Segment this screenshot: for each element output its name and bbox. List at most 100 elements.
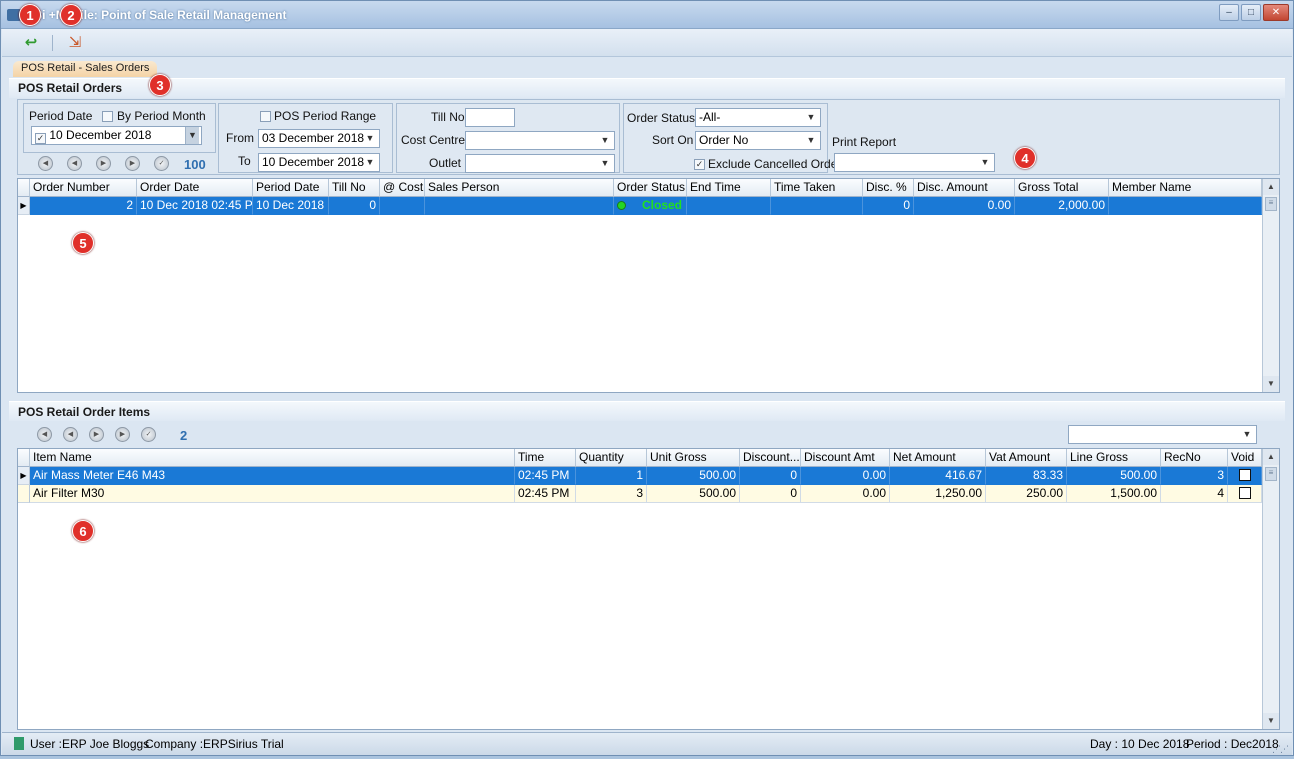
col-unit-gross[interactable]: Unit Gross (647, 449, 740, 467)
table-row[interactable]: Air Filter M30 02:45 PM 3 500.00 0 0.00 … (18, 485, 1262, 503)
resize-grip-icon[interactable]: ⋰⋰ (1272, 739, 1289, 759)
sort-on-select[interactable]: Order No ▼ (695, 131, 821, 150)
cell-cost[interactable] (380, 197, 425, 215)
cell-void[interactable] (1228, 485, 1262, 503)
cell-member-name[interactable] (1109, 197, 1262, 215)
cell-order-date[interactable]: 10 Dec 2018 02:45 PM (137, 197, 253, 215)
cell-recno[interactable]: 3 (1161, 467, 1228, 485)
cell-order-number[interactable]: 2 (30, 197, 137, 215)
cell-discount-pct[interactable]: 0 (740, 485, 801, 503)
cell-time-taken[interactable] (771, 197, 863, 215)
cell-discount-amt[interactable]: 0.00 (801, 485, 890, 503)
table-row[interactable]: ▶ 2 10 Dec 2018 02:45 PM 10 Dec 2018 0 C… (18, 197, 1262, 215)
col-vat-amount[interactable]: Vat Amount (986, 449, 1067, 467)
prev-icon[interactable]: ◀ (67, 156, 82, 171)
orders-scrollbar[interactable]: ▲ ≡ ▼ (1262, 179, 1279, 392)
col-time-taken[interactable]: Time Taken (771, 179, 863, 197)
cell-item-name[interactable]: Air Mass Meter E46 M43 (30, 467, 515, 485)
void-checkbox[interactable] (1238, 469, 1251, 481)
cell-unit-gross[interactable]: 500.00 (647, 485, 740, 503)
items-filter-select[interactable]: ▼ (1068, 425, 1257, 444)
refresh-icon[interactable]: ✓ (154, 156, 169, 171)
scroll-down-icon[interactable]: ▼ (1263, 713, 1279, 729)
cell-void[interactable] (1228, 467, 1262, 485)
prev-icon[interactable]: ◀ (63, 427, 78, 442)
col-time[interactable]: Time (515, 449, 576, 467)
dropdown-arrow-icon[interactable]: ▼ (363, 154, 377, 171)
period-date-checkbox[interactable]: ✓ (35, 133, 46, 144)
void-checkbox[interactable] (1238, 487, 1251, 499)
maximize-button[interactable]: □ (1241, 4, 1261, 21)
dropdown-arrow-icon[interactable]: ▼ (598, 132, 612, 149)
col-period-date[interactable]: Period Date (253, 179, 329, 197)
col-void[interactable]: Void (1228, 449, 1262, 467)
col-cost[interactable]: @ Cost (380, 179, 425, 197)
by-period-month-checkbox[interactable] (102, 111, 113, 122)
till-no-input[interactable] (465, 108, 515, 127)
dropdown-arrow-icon[interactable]: ▼ (185, 127, 199, 144)
col-end-time[interactable]: End Time (687, 179, 771, 197)
dropdown-arrow-icon[interactable]: ▼ (978, 154, 992, 171)
col-disc-amount[interactable]: Disc. Amount (914, 179, 1015, 197)
cell-end-time[interactable] (687, 197, 771, 215)
outlet-select[interactable]: ▼ (465, 154, 615, 173)
order-status-select[interactable]: -All- ▼ (695, 108, 821, 127)
col-net-amount[interactable]: Net Amount (890, 449, 986, 467)
col-order-status[interactable]: Order Status (614, 179, 687, 197)
first-icon[interactable]: ◀ (37, 427, 52, 442)
cell-line-gross[interactable]: 1,500.00 (1067, 485, 1161, 503)
col-discount-amt[interactable]: Discount Amt (801, 449, 890, 467)
cell-vat-amount[interactable]: 83.33 (986, 467, 1067, 485)
scroll-thumb[interactable]: ≡ (1265, 467, 1277, 481)
cell-disc-amount[interactable]: 0.00 (914, 197, 1015, 215)
cell-line-gross[interactable]: 500.00 (1067, 467, 1161, 485)
to-date-picker[interactable]: 10 December 2018 ▼ (258, 153, 380, 172)
close-button[interactable]: ✕ (1263, 4, 1289, 21)
cell-discount-amt[interactable]: 0.00 (801, 467, 890, 485)
dropdown-arrow-icon[interactable]: ▼ (598, 155, 612, 172)
dropdown-arrow-icon[interactable]: ▼ (363, 130, 377, 147)
refresh-icon[interactable]: ✓ (141, 427, 156, 442)
cell-quantity[interactable]: 1 (576, 467, 647, 485)
col-order-number[interactable]: Order Number (30, 179, 137, 197)
cost-centre-select[interactable]: ▼ (465, 131, 615, 150)
cell-vat-amount[interactable]: 250.00 (986, 485, 1067, 503)
next-icon[interactable]: ▶ (89, 427, 104, 442)
cell-quantity[interactable]: 3 (576, 485, 647, 503)
back-icon[interactable]: ↩ (20, 33, 42, 53)
period-date-picker[interactable]: ✓ 10 December 2018 ▼ (31, 126, 202, 145)
pos-period-range-checkbox[interactable] (260, 111, 271, 122)
cell-order-status[interactable]: Closed (614, 197, 687, 215)
scroll-down-icon[interactable]: ▼ (1263, 376, 1279, 392)
cell-till-no[interactable]: 0 (329, 197, 380, 215)
col-quantity[interactable]: Quantity (576, 449, 647, 467)
next-icon[interactable]: ▶ (96, 156, 111, 171)
dropdown-arrow-icon[interactable]: ▼ (804, 132, 818, 149)
first-icon[interactable]: ◀ (38, 156, 53, 171)
dropdown-arrow-icon[interactable]: ▼ (804, 109, 818, 126)
items-scrollbar[interactable]: ▲ ≡ ▼ (1262, 449, 1279, 729)
cell-period-date[interactable]: 10 Dec 2018 (253, 197, 329, 215)
cell-sales-person[interactable] (425, 197, 614, 215)
cell-disc-pct[interactable]: 0 (863, 197, 914, 215)
cell-gross-total[interactable]: 2,000.00 (1015, 197, 1109, 215)
last-icon[interactable]: ▶ (115, 427, 130, 442)
dropdown-arrow-icon[interactable]: ▼ (1240, 426, 1254, 443)
cell-time[interactable]: 02:45 PM (515, 467, 576, 485)
col-gross-total[interactable]: Gross Total (1015, 179, 1109, 197)
cell-net-amount[interactable]: 1,250.00 (890, 485, 986, 503)
col-recno[interactable]: RecNo (1161, 449, 1228, 467)
last-icon[interactable]: ▶ (125, 156, 140, 171)
print-report-select[interactable]: ▼ (834, 153, 995, 172)
cell-net-amount[interactable]: 416.67 (890, 467, 986, 485)
cell-unit-gross[interactable]: 500.00 (647, 467, 740, 485)
scroll-thumb[interactable]: ≡ (1265, 197, 1277, 211)
col-member-name[interactable]: Member Name (1109, 179, 1262, 197)
table-row[interactable]: ▶ Air Mass Meter E46 M43 02:45 PM 1 500.… (18, 467, 1262, 485)
exclude-cancelled-checkbox[interactable]: ✓ (694, 159, 705, 170)
scroll-up-icon[interactable]: ▲ (1263, 179, 1279, 195)
tab-pos-retail-sales-orders[interactable]: POS Retail - Sales Orders (13, 61, 158, 77)
col-line-gross[interactable]: Line Gross (1067, 449, 1161, 467)
col-disc-pct[interactable]: Disc. % (863, 179, 914, 197)
scroll-up-icon[interactable]: ▲ (1263, 449, 1279, 465)
